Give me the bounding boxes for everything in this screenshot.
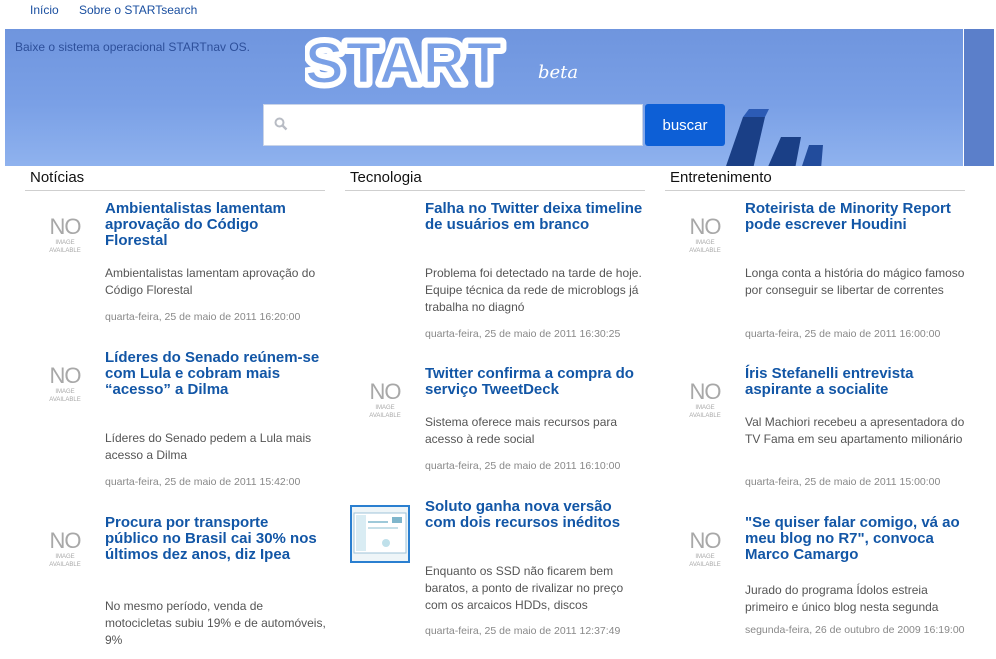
news-date: quarta-feira, 25 de maio de 2011 16:00:0…: [745, 328, 941, 340]
hero-banner: Baixe o sistema operacional STARTnav OS.…: [5, 29, 963, 166]
screenshot-thumbnail-graphic: [353, 512, 407, 554]
news-title-link[interactable]: "Se quiser falar comigo, vá ao meu blog …: [745, 515, 965, 563]
no-image-thumbnail: NO IMAGE AVAILABLE: [49, 363, 81, 404]
news-description: No mesmo período, venda de motocicletas …: [105, 599, 326, 647]
search-input[interactable]: [296, 111, 640, 141]
news-title-link[interactable]: Líderes do Senado reúnem-se com Lula e c…: [105, 350, 325, 398]
column-heading: Notícias: [25, 166, 325, 191]
news-title-link[interactable]: Falha no Twitter deixa timeline de usuár…: [425, 201, 645, 233]
no-image-thumbnail: NO IMAGE AVAILABLE: [49, 214, 81, 255]
news-description: Líderes do Senado pedem a Lula mais aces…: [105, 431, 312, 462]
search-box: [263, 104, 643, 146]
news-title-link[interactable]: Ambientalistas lamentam aprovação do Cód…: [105, 201, 325, 249]
news-title-link[interactable]: Procura por transporte público no Brasil…: [105, 515, 325, 563]
no-image-thumbnail: NO IMAGE AVAILABLE: [689, 379, 721, 420]
column-heading: Entretenimento: [665, 166, 965, 191]
no-image-thumbnail: NO IMAGE AVAILABLE: [369, 379, 401, 420]
news-date: quarta-feira, 25 de maio de 2011 16:30:2…: [425, 328, 621, 340]
news-date: quarta-feira, 25 de maio de 2011 16:10:0…: [425, 460, 621, 472]
news-description: Val Machiori recebeu a apresentadora do …: [745, 415, 965, 446]
no-image-thumbnail: NO IMAGE AVAILABLE: [689, 528, 721, 569]
no-image-thumbnail: NO IMAGE AVAILABLE: [689, 214, 721, 255]
news-description: Ambientalistas lamentam aprovação do Cód…: [105, 266, 316, 297]
news-title-link[interactable]: Íris Stefanelli entrevista aspirante a s…: [745, 366, 965, 398]
news-description: Jurado do programa Ídolos estreia primei…: [745, 583, 939, 614]
news-date: quarta-feira, 25 de maio de 2011 12:37:4…: [425, 625, 621, 637]
top-nav: Início Sobre o STARTsearch: [0, 0, 996, 28]
column-tecnologia: Tecnologia Falha no Twitter deixa timeli…: [345, 166, 645, 637]
column-entretenimento: Entretenimento NO IMAGE AVAILABLE Roteiris…: [665, 166, 965, 636]
column-noticias: Notícias NO IMAGE AVAILABLE Ambientalistas…: [25, 166, 326, 647]
article-thumbnail-image[interactable]: [350, 505, 410, 563]
news-date: quarta-feira, 25 de maio de 2011 16:20:0…: [105, 311, 301, 323]
download-link[interactable]: Baixe o sistema operacional STARTnav OS.: [15, 40, 250, 54]
no-image-thumbnail: NO IMAGE AVAILABLE: [49, 528, 81, 569]
column-heading: Tecnologia: [345, 166, 645, 191]
news-title-link[interactable]: Twitter confirma a compra do serviço Twe…: [425, 366, 645, 398]
news-title-link[interactable]: Soluto ganha nova versão com dois recurs…: [425, 499, 645, 531]
logo-beta: beta: [538, 62, 579, 83]
news-description: Longa conta a história do mágico famoso …: [745, 266, 965, 297]
search-button[interactable]: buscar: [645, 104, 725, 146]
news-description: Sistema oferece mais recursos para acess…: [425, 415, 618, 446]
news-description: Problema foi detectado na tarde de hoje.…: [425, 266, 642, 314]
news-description: Enquanto os SSD não ficarem bem baratos,…: [425, 564, 624, 612]
news-title-link[interactable]: Roteirista de Minority Report pode escre…: [745, 201, 965, 233]
nav-about-link[interactable]: Sobre o STARTsearch: [79, 3, 197, 17]
news-date: quarta-feira, 25 de maio de 2011 15:42:0…: [105, 476, 301, 488]
search-icon: [274, 117, 288, 131]
news-date: quarta-feira, 25 de maio de 2011 15:00:0…: [745, 476, 941, 488]
logo-text: START: [305, 31, 504, 91]
nav-home-link[interactable]: Início: [30, 3, 59, 17]
hero-side-strip: [964, 29, 994, 166]
news-date: segunda-feira, 26 de outubro de 2009 16:…: [745, 624, 965, 636]
